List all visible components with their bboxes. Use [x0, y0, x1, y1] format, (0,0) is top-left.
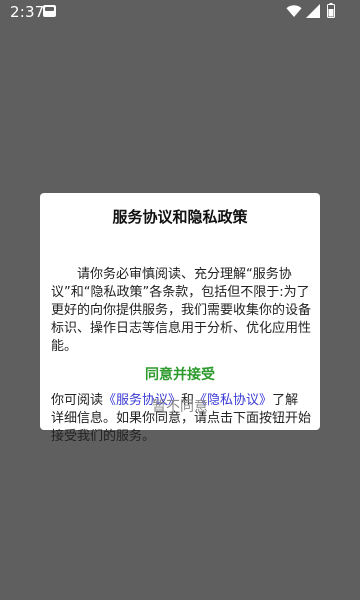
dialog-body: 请你务必审慎阅读、充分理解“服务协议”和“隐私政策”各条款，包括但不限于:为了更…	[51, 230, 311, 482]
battery-icon	[327, 3, 335, 18]
privacy-dialog: 服务协议和隐私政策 请你务必审慎阅读、充分理解“服务协议”和“隐私政策”各条款，…	[40, 193, 320, 444]
status-bar: 2:37	[0, 0, 360, 24]
signal-icon	[306, 4, 320, 18]
agree-button[interactable]: 同意并接受	[40, 365, 320, 385]
notification-app-icon	[43, 5, 56, 17]
disagree-button[interactable]: 暂不同意	[40, 397, 320, 417]
dialog-paragraph-intro: 请你务必审慎阅读、充分理解“服务协议”和“隐私政策”各条款，包括但不限于:为了更…	[51, 266, 311, 356]
intro-text: 请你务必审慎阅读、充分理解“服务协议”和“隐私政策”各条款，包括但不限于:为了更…	[51, 267, 312, 354]
status-time: 2:37	[10, 3, 45, 21]
wifi-icon	[286, 5, 302, 17]
dialog-title: 服务协议和隐私政策	[112, 208, 248, 226]
